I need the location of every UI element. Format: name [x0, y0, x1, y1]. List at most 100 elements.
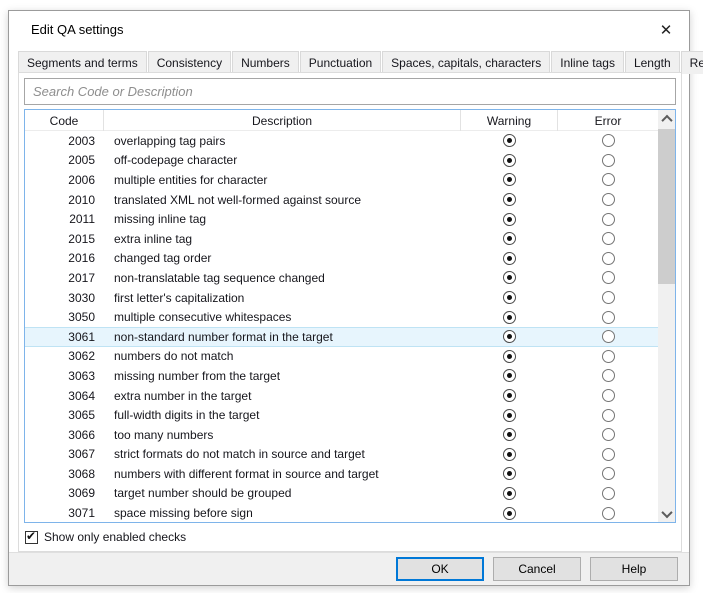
table-row[interactable]: 3050multiple consecutive whitespaces: [25, 307, 658, 327]
error-radio[interactable]: [602, 173, 615, 186]
checkmark-icon: ✔: [26, 529, 36, 543]
warning-radio[interactable]: [503, 448, 516, 461]
row-code: 3064: [25, 389, 104, 403]
table-row[interactable]: 3061non-standard number format in the ta…: [25, 327, 658, 347]
column-header-description[interactable]: Description: [104, 110, 461, 131]
row-code: 3068: [25, 467, 104, 481]
column-header-code[interactable]: Code: [25, 110, 104, 131]
error-radio[interactable]: [602, 271, 615, 284]
help-button[interactable]: Help: [590, 557, 678, 581]
warning-cell: [461, 487, 558, 500]
table-row[interactable]: 3069target number should be grouped: [25, 484, 658, 504]
warning-radio[interactable]: [503, 134, 516, 147]
warning-radio[interactable]: [503, 193, 516, 206]
tab-numbers[interactable]: Numbers: [232, 51, 299, 74]
warning-cell: [461, 232, 558, 245]
scrollbar-thumb[interactable]: [658, 129, 675, 284]
cancel-button[interactable]: Cancel: [493, 557, 581, 581]
table-row[interactable]: 3063missing number from the target: [25, 366, 658, 386]
error-radio[interactable]: [602, 213, 615, 226]
tab-spaces-capitals-characters[interactable]: Spaces, capitals, characters: [382, 51, 550, 74]
warning-radio[interactable]: [503, 291, 516, 304]
column-header-error[interactable]: Error: [558, 110, 658, 131]
warning-cell: [461, 213, 558, 226]
warning-radio[interactable]: [503, 428, 516, 441]
warning-radio[interactable]: [503, 252, 516, 265]
error-radio[interactable]: [602, 193, 615, 206]
table-row[interactable]: 3030first letter's capitalization: [25, 288, 658, 308]
error-cell: [558, 409, 658, 422]
error-radio[interactable]: [602, 291, 615, 304]
tab-inline-tags[interactable]: Inline tags: [551, 51, 624, 74]
error-radio[interactable]: [602, 389, 615, 402]
error-radio[interactable]: [602, 467, 615, 480]
error-radio[interactable]: [602, 409, 615, 422]
error-cell: [558, 154, 658, 167]
warning-radio[interactable]: [503, 487, 516, 500]
error-radio[interactable]: [602, 330, 615, 343]
tab-punctuation[interactable]: Punctuation: [300, 51, 381, 74]
error-cell: [558, 507, 658, 520]
table-row[interactable]: 2010translated XML not well-formed again…: [25, 190, 658, 210]
warning-radio[interactable]: [503, 369, 516, 382]
warning-radio[interactable]: [503, 213, 516, 226]
scroll-up-icon[interactable]: [658, 110, 675, 127]
error-radio[interactable]: [602, 487, 615, 500]
error-radio[interactable]: [602, 507, 615, 520]
table-row[interactable]: 3066too many numbers: [25, 425, 658, 445]
table-row[interactable]: 2011missing inline tag: [25, 209, 658, 229]
error-radio[interactable]: [602, 350, 615, 363]
error-radio[interactable]: [602, 428, 615, 441]
tab-segments-and-terms[interactable]: Segments and terms: [18, 51, 147, 74]
row-description: too many numbers: [104, 428, 461, 442]
warning-radio[interactable]: [503, 271, 516, 284]
warning-cell: [461, 428, 558, 441]
ok-button[interactable]: OK: [396, 557, 484, 581]
table-row[interactable]: 2015extra inline tag: [25, 229, 658, 249]
table-row[interactable]: 2003overlapping tag pairs: [25, 131, 658, 151]
error-cell: [558, 291, 658, 304]
search-input[interactable]: [24, 78, 676, 105]
table-row[interactable]: 3067strict formats do not match in sourc…: [25, 445, 658, 465]
show-only-enabled-checkbox[interactable]: ✔: [25, 531, 38, 544]
table-row[interactable]: 2017non-translatable tag sequence change…: [25, 268, 658, 288]
error-radio[interactable]: [602, 134, 615, 147]
table-row[interactable]: 3071space missing before sign: [25, 503, 658, 523]
tab-length[interactable]: Length: [625, 51, 680, 74]
error-radio[interactable]: [602, 369, 615, 382]
error-radio[interactable]: [602, 448, 615, 461]
row-code: 2016: [25, 251, 104, 265]
warning-radio[interactable]: [503, 330, 516, 343]
error-radio[interactable]: [602, 311, 615, 324]
tab-consistency[interactable]: Consistency: [148, 51, 231, 74]
warning-radio[interactable]: [503, 173, 516, 186]
table-row[interactable]: 3062numbers do not match: [25, 347, 658, 367]
table-row[interactable]: 2016changed tag order: [25, 249, 658, 269]
error-radio[interactable]: [602, 252, 615, 265]
warning-radio[interactable]: [503, 389, 516, 402]
warning-radio[interactable]: [503, 467, 516, 480]
warning-radio[interactable]: [503, 154, 516, 167]
warning-radio[interactable]: [503, 311, 516, 324]
error-radio[interactable]: [602, 154, 615, 167]
warning-radio[interactable]: [503, 232, 516, 245]
warning-radio[interactable]: [503, 350, 516, 363]
error-cell: [558, 487, 658, 500]
severity-tab-page: Code Description Warning Error 2003overl…: [18, 72, 682, 552]
table-row[interactable]: 2005off-codepage character: [25, 151, 658, 171]
column-header-warning[interactable]: Warning: [461, 110, 558, 131]
table-row[interactable]: 3065full-width digits in the target: [25, 405, 658, 425]
table-row[interactable]: 3068numbers with different format in sou…: [25, 464, 658, 484]
tab-regex[interactable]: Regex: [681, 51, 703, 74]
table-row[interactable]: 2006multiple entities for character: [25, 170, 658, 190]
error-radio[interactable]: [602, 232, 615, 245]
table-row[interactable]: 3064extra number in the target: [25, 386, 658, 406]
warning-radio[interactable]: [503, 409, 516, 422]
scroll-down-icon[interactable]: [658, 505, 675, 522]
close-icon[interactable]: ✕: [653, 19, 679, 43]
row-description: missing number from the target: [104, 369, 461, 383]
warning-radio[interactable]: [503, 507, 516, 520]
row-code: 2006: [25, 173, 104, 187]
row-code: 3065: [25, 408, 104, 422]
vertical-scrollbar[interactable]: [658, 110, 675, 522]
